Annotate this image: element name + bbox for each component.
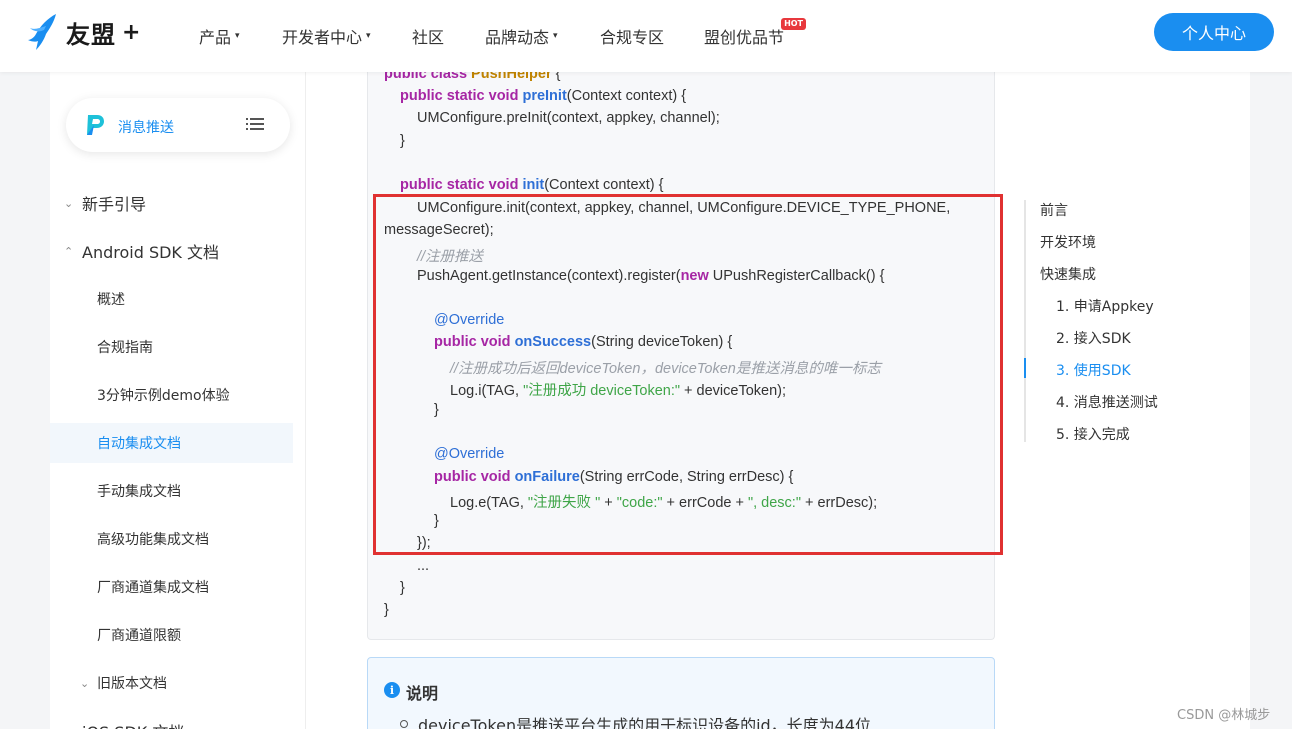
code-line: public static void preInit(Context conte… xyxy=(400,88,687,104)
sidebar-item-overview[interactable]: 概述 xyxy=(50,279,293,319)
sidebar-item-label: 旧版本文档 xyxy=(97,676,167,692)
logo-text: 友盟 xyxy=(66,20,116,49)
product-name: 消息推送 xyxy=(118,120,174,136)
sidebar-item-manual-integration[interactable]: 手动集成文档 xyxy=(50,471,293,511)
nav-label: 盟创优品节 xyxy=(704,28,785,47)
code-line: ... xyxy=(417,558,430,574)
push-product-icon xyxy=(87,115,104,135)
caret-down-icon: ▾ xyxy=(366,31,371,41)
sidebar-item-label: 3分钟示例demo体验 xyxy=(97,388,230,404)
caret-down-icon: ▾ xyxy=(553,31,558,41)
sidebar-item-label: 手动集成文档 xyxy=(97,484,181,500)
code-line: public static void init(Context context)… xyxy=(400,177,664,193)
sidebar-item-label: 厂商通道限额 xyxy=(97,628,181,644)
toc-active-indicator xyxy=(1024,358,1026,378)
sidebar-item-label: 高级功能集成文档 xyxy=(97,532,209,548)
note-title: 说明 xyxy=(406,684,439,703)
sidebar-item-label: 合规指南 xyxy=(97,340,153,356)
red-highlight-box xyxy=(373,194,1003,555)
csdn-watermark: CSDN @林城步 xyxy=(1177,708,1271,723)
product-selector[interactable]: 消息推送 xyxy=(66,98,290,152)
doc-sidebar: 消息推送 ⌄ 新手引导 ⌃ Android SDK 文档 概述 合规指南 3分钟… xyxy=(50,72,306,729)
code-line: } xyxy=(400,133,405,149)
sidebar-item-label: 新手引导 xyxy=(82,195,147,214)
nav-brand-news[interactable]: 品牌动态 ▾ xyxy=(485,24,558,48)
table-of-contents: 前言 开发环境 快速集成 1. 申请Appkey 2. 接入SDK 3. 使用S… xyxy=(1024,200,1224,444)
sidebar-item-label: 概述 xyxy=(97,292,125,308)
sidebar-item-android-sdk[interactable]: ⌃ Android SDK 文档 xyxy=(50,231,293,271)
code-line: } xyxy=(400,580,405,596)
toc-item-push-test[interactable]: 4. 消息推送测试 xyxy=(1056,392,1158,412)
toc-item-complete[interactable]: 5. 接入完成 xyxy=(1056,424,1130,444)
sidebar-item-ios-sdk[interactable]: iOS SDK 文档 xyxy=(50,711,293,729)
note-bullet: deviceToken是推送平台生成的用于标识设备的id，长度为44位 xyxy=(399,712,871,729)
sidebar-item-demo[interactable]: 3分钟示例demo体验 xyxy=(50,375,293,415)
sidebar-item-label: iOS SDK 文档 xyxy=(82,719,184,729)
nav-community[interactable]: 社区 xyxy=(412,24,444,48)
nav-label: 合规专区 xyxy=(600,28,665,47)
code-line: UMConfigure.preInit(context, appkey, cha… xyxy=(417,110,720,126)
toc-item-apply-appkey[interactable]: 1. 申请Appkey xyxy=(1056,296,1154,316)
sidebar-item-legacy-docs[interactable]: ⌄ 旧版本文档 xyxy=(50,663,293,703)
sidebar-item-vendor-limit[interactable]: 厂商通道限额 xyxy=(50,615,293,655)
bird-logo-icon xyxy=(28,14,56,50)
toc-item-preface[interactable]: 前言 xyxy=(1040,200,1068,220)
nav-label: 品牌动态 xyxy=(485,28,550,47)
sidebar-item-advanced-integration[interactable]: 高级功能集成文档 xyxy=(50,519,293,559)
nav-festival[interactable]: 盟创优品节 HOT xyxy=(704,18,807,48)
user-center-button[interactable]: 个人中心 xyxy=(1154,13,1274,51)
chevron-up-icon: ⌃ xyxy=(64,244,74,258)
sidebar-item-auto-integration[interactable]: 自动集成文档 xyxy=(50,423,293,463)
chevron-down-icon: ⌄ xyxy=(64,196,74,210)
info-icon: i xyxy=(384,682,400,698)
nav-label: 产品 xyxy=(199,28,232,47)
hot-badge: HOT xyxy=(781,18,807,30)
nav-developer-center[interactable]: 开发者中心 ▾ xyxy=(282,24,371,48)
sidebar-item-compliance-guide[interactable]: 合规指南 xyxy=(50,327,293,367)
nav-products[interactable]: 产品 ▾ xyxy=(199,24,240,48)
sidebar-item-label: Android SDK 文档 xyxy=(82,243,220,262)
code-line: public class PushHelper { xyxy=(384,72,561,82)
sidebar-item-label: 厂商通道集成文档 xyxy=(97,580,209,596)
toc-item-use-sdk[interactable]: 3. 使用SDK xyxy=(1056,360,1131,380)
logo-plus: + xyxy=(122,19,141,45)
note-box: i 说明 deviceToken是推送平台生成的用于标识设备的id，长度为44位 xyxy=(367,657,995,729)
caret-down-icon: ▾ xyxy=(235,31,240,41)
nav-compliance[interactable]: 合规专区 xyxy=(600,24,664,48)
list-menu-icon[interactable] xyxy=(246,116,264,132)
chevron-down-icon: ⌄ xyxy=(80,676,90,690)
toc-item-environment[interactable]: 开发环境 xyxy=(1040,232,1096,252)
nav-label: 开发者中心 xyxy=(282,28,363,47)
code-line: } xyxy=(384,602,389,618)
top-header: 友盟 + 产品 ▾ 开发者中心 ▾ 社区 品牌动态 ▾ 合规专区 盟创优品节 H… xyxy=(0,0,1292,72)
sidebar-item-label: 自动集成文档 xyxy=(97,436,181,452)
toc-item-quick-integration[interactable]: 快速集成 xyxy=(1040,264,1096,284)
sidebar-item-beginner-guide[interactable]: ⌄ 新手引导 xyxy=(50,183,293,223)
toc-item-integrate-sdk[interactable]: 2. 接入SDK xyxy=(1056,328,1131,348)
umeng-logo[interactable]: 友盟 + xyxy=(26,12,140,52)
sidebar-item-vendor-channel[interactable]: 厂商通道集成文档 xyxy=(50,567,293,607)
nav-label: 社区 xyxy=(412,28,445,47)
